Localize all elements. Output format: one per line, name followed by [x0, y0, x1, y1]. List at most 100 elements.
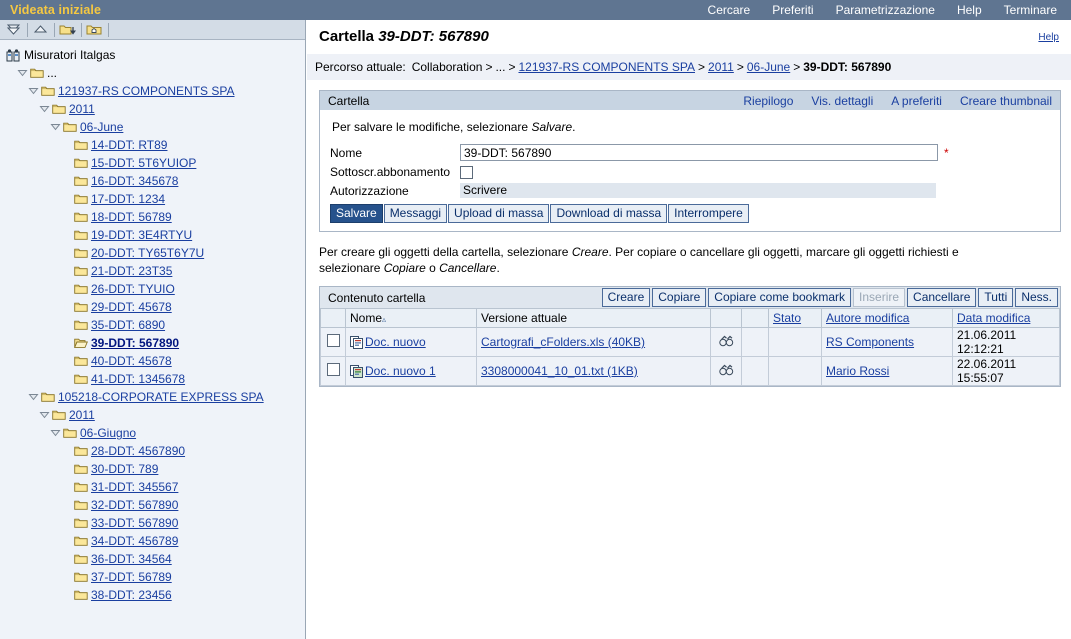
tree-item-label[interactable]: 121937-RS COMPONENTS SPA [58, 84, 235, 98]
tree-expand-toggle-icon[interactable] [17, 67, 30, 80]
tree-item[interactable]: 17-DDT: 1234 [0, 190, 305, 208]
link-a-preferiti[interactable]: A preferiti [891, 94, 942, 108]
topnav-terminare[interactable]: Terminare [1004, 3, 1057, 17]
copy-button[interactable]: Copiare [652, 288, 707, 307]
tree-item[interactable]: 20-DDT: TY65T6Y7U [0, 244, 305, 262]
tree-expand-toggle-icon[interactable] [50, 121, 63, 134]
tree-item-label[interactable]: 20-DDT: TY65T6Y7U [91, 246, 204, 260]
tree-item[interactable]: 31-DDT: 345567 [0, 478, 305, 496]
tree-item-label[interactable]: 06-June [80, 120, 123, 134]
tree-expand-toggle-icon[interactable] [39, 103, 52, 116]
tree-item[interactable]: 06-Giugno [0, 424, 305, 442]
tree-item-label[interactable]: 28-DDT: 4567890 [91, 444, 185, 458]
messages-button[interactable]: Messaggi [383, 204, 448, 223]
mass-upload-button[interactable]: Upload di massa [448, 204, 550, 223]
tree-item[interactable]: 39-DDT: 567890 [0, 334, 305, 352]
tree-item[interactable]: 30-DDT: 789 [0, 460, 305, 478]
column-sort-link[interactable]: Data modifica [957, 311, 1030, 325]
row-checkbox[interactable] [326, 363, 340, 376]
tree-item-label[interactable]: 14-DDT: RT89 [91, 138, 167, 152]
tree-item[interactable]: 105218-CORPORATE EXPRESS SPA [0, 388, 305, 406]
tree-item-label[interactable]: 18-DDT: 56789 [91, 210, 172, 224]
topnav-cercare[interactable]: Cercare [708, 3, 751, 17]
link-creare-thumbnail[interactable]: Creare thumbnail [960, 94, 1052, 108]
breadcrumb-link[interactable]: 06-June [747, 60, 790, 74]
link-vis-dettagli[interactable]: Vis. dettagli [811, 94, 873, 108]
tree-item-label[interactable]: 37-DDT: 56789 [91, 570, 172, 584]
tree-item-label[interactable]: 19-DDT: 3E4RTYU [91, 228, 192, 242]
tree-item[interactable]: 2011 [0, 406, 305, 424]
tree-item-label[interactable]: 29-DDT: 45678 [91, 300, 172, 314]
tree-item-label[interactable]: 33-DDT: 567890 [91, 516, 178, 530]
name-input[interactable] [460, 144, 938, 161]
select-all-button[interactable]: Tutti [978, 288, 1014, 307]
row-checkbox[interactable] [326, 334, 340, 347]
tree-item[interactable]: 34-DDT: 456789 [0, 532, 305, 550]
row-autore-link[interactable]: RS Components [826, 335, 914, 349]
row-version-link[interactable]: Cartografi_cFolders.xls (40KB) [481, 335, 645, 349]
col-autore-modifica[interactable]: Autore modifica [821, 308, 953, 328]
topnav-preferiti[interactable]: Preferiti [772, 3, 813, 17]
subscription-checkbox[interactable] [460, 165, 473, 179]
tree-item-label[interactable]: 15-DDT: 5T6YUIOP [91, 156, 196, 170]
tree-item[interactable]: 21-DDT: 23T35 [0, 262, 305, 280]
breadcrumb-link[interactable]: 2011 [708, 60, 734, 74]
tree-item[interactable]: 40-DDT: 45678 [0, 352, 305, 370]
delete-button[interactable]: Cancellare [907, 288, 977, 307]
create-button[interactable]: Creare [601, 288, 651, 307]
tree-item[interactable]: 26-DDT: TYUIO [0, 280, 305, 298]
tree-item[interactable]: 19-DDT: 3E4RTYU [0, 226, 305, 244]
tree-item-label[interactable]: 40-DDT: 45678 [91, 354, 172, 368]
tree-item-label[interactable]: 26-DDT: TYUIO [91, 282, 175, 296]
binoculars-icon[interactable] [718, 364, 734, 376]
tree-item[interactable]: 36-DDT: 34564 [0, 550, 305, 568]
mass-download-button[interactable]: Download di massa [550, 204, 668, 223]
tree-item[interactable]: 06-June [0, 118, 305, 136]
tree-item-label[interactable]: 2011 [69, 408, 95, 422]
tree-item-label[interactable]: 30-DDT: 789 [91, 462, 158, 476]
tree-item[interactable]: 16-DDT: 345678 [0, 172, 305, 190]
select-none-button[interactable]: Ness. [1015, 288, 1058, 307]
expand-up-icon[interactable] [31, 22, 50, 38]
tree-item-label[interactable]: 2011 [69, 102, 95, 116]
save-button[interactable]: Salvare [330, 204, 383, 223]
tree-item[interactable]: 2011 [0, 100, 305, 118]
row-name-link[interactable]: Doc. nuovo [365, 335, 426, 349]
tree-item[interactable]: 33-DDT: 567890 [0, 514, 305, 532]
tree-item-label[interactable]: 35-DDT: 6890 [91, 318, 165, 332]
column-sort-link[interactable]: Stato [773, 311, 801, 325]
tree-expand-toggle-icon[interactable] [28, 391, 41, 404]
row-name-link[interactable]: Doc. nuovo 1 [365, 364, 436, 378]
collapse-all-icon[interactable] [4, 22, 23, 38]
tree-item-label[interactable]: 31-DDT: 345567 [91, 480, 178, 494]
tree-item-label[interactable]: 39-DDT: 567890 [91, 336, 179, 350]
row-version-link[interactable]: 3308000041_10_01.txt (1KB) [481, 364, 638, 378]
tree-item[interactable]: 14-DDT: RT89 [0, 136, 305, 154]
tree-item-label[interactable]: 17-DDT: 1234 [91, 192, 165, 206]
row-autore-link[interactable]: Mario Rossi [826, 364, 889, 378]
help-link[interactable]: Help [1038, 32, 1059, 43]
tree-expand-toggle-icon[interactable] [28, 85, 41, 98]
tree-item[interactable]: 18-DDT: 56789 [0, 208, 305, 226]
column-sort-link[interactable]: Autore modifica [826, 311, 909, 325]
tree-item[interactable]: 35-DDT: 6890 [0, 316, 305, 334]
copy-as-bookmark-button[interactable]: Copiare come bookmark [708, 288, 852, 307]
tree-item-label[interactable]: 06-Giugno [80, 426, 136, 440]
tree-item[interactable]: 28-DDT: 4567890 [0, 442, 305, 460]
col-data-modifica[interactable]: Data modifica [952, 308, 1060, 328]
tree-item-label[interactable]: 21-DDT: 23T35 [91, 264, 172, 278]
tree-expand-toggle-icon[interactable] [39, 409, 52, 422]
cancel-button[interactable]: Interrompere [668, 204, 749, 223]
link-riepilogo[interactable]: Riepilogo [743, 94, 793, 108]
breadcrumb-link[interactable]: 121937-RS COMPONENTS SPA [518, 60, 695, 74]
tree-item[interactable]: 15-DDT: 5T6YUIOP [0, 154, 305, 172]
tree-item-label[interactable]: 38-DDT: 23456 [91, 588, 172, 602]
tree-item[interactable]: 121937-RS COMPONENTS SPA [0, 82, 305, 100]
tree-item[interactable]: 32-DDT: 567890 [0, 496, 305, 514]
tree-item[interactable]: 37-DDT: 56789 [0, 568, 305, 586]
tree-item-label[interactable]: 16-DDT: 345678 [91, 174, 178, 188]
folder-home-icon[interactable] [85, 22, 104, 38]
topnav-parametrizzazione[interactable]: Parametrizzazione [836, 3, 935, 17]
col-stato[interactable]: Stato [768, 308, 822, 328]
binoculars-icon[interactable] [718, 335, 734, 347]
